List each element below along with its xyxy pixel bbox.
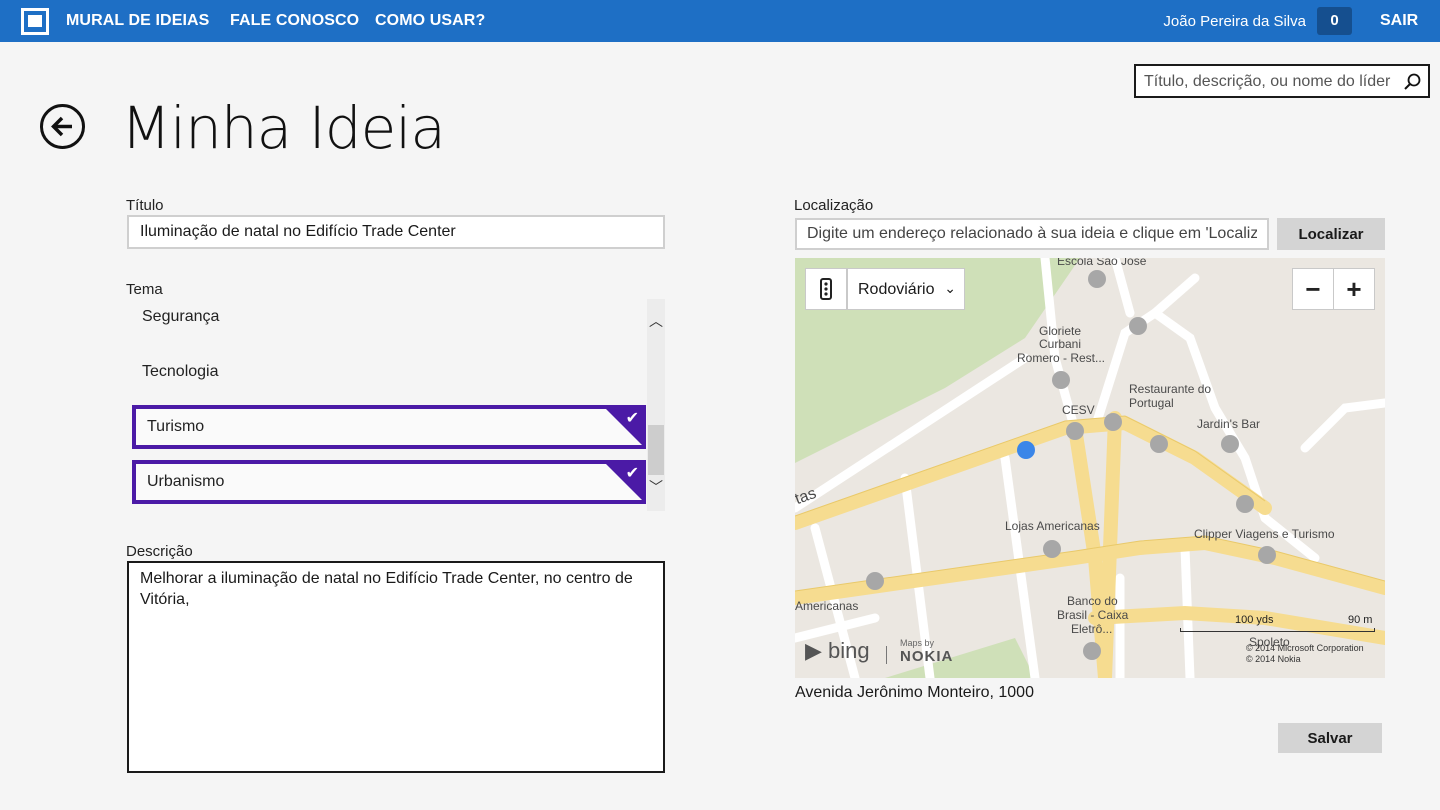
descricao-label: Descrição <box>126 543 193 560</box>
tema-label: Tema <box>126 281 163 298</box>
scale-m-label: 90 m <box>1348 614 1373 626</box>
tema-item-label: Segurança <box>142 308 220 325</box>
scroll-thumb[interactable] <box>648 425 664 475</box>
address-text: Avenida Jerônimo Monteiro, 1000 <box>795 684 1034 701</box>
tema-list: Segurança Tecnologia Turismo ✔ Urbanismo… <box>127 299 665 511</box>
traffic-button[interactable] <box>805 268 847 310</box>
chevron-down-icon: ⌄ <box>944 280 956 296</box>
page-title: Minha Ideia <box>121 94 446 162</box>
nav-link-como-usar[interactable]: COMO USAR? <box>375 12 485 30</box>
checkmark-icon: ✔ <box>625 465 639 482</box>
maps-by-label: Maps by <box>900 638 935 648</box>
tema-item-turismo[interactable]: Turismo ✔ <box>132 405 646 449</box>
nav-link-mural[interactable]: MURAL DE IDEIAS <box>66 12 209 30</box>
scale-bar <box>1180 628 1375 632</box>
nokia-logo: NOKIA <box>900 648 954 665</box>
app-logo-icon[interactable] <box>21 8 49 35</box>
traffic-light-icon <box>820 278 832 300</box>
scale-yds-label: 100 yds <box>1235 614 1274 626</box>
nav-link-fale-conosco[interactable]: FALE CONOSCO <box>230 12 359 30</box>
salvar-button[interactable]: Salvar <box>1278 723 1382 753</box>
map-label-americanas: Americanas <box>795 599 859 613</box>
tema-item-label: Turismo <box>147 418 205 435</box>
tema-item-label: Urbanismo <box>147 473 225 490</box>
scroll-down-icon[interactable]: ﹀ <box>647 477 665 497</box>
search-box <box>1134 64 1430 98</box>
map-label-escola: Escola São José <box>1057 258 1147 268</box>
logout-button[interactable]: SAIR <box>1380 12 1418 30</box>
user-name: João Pereira da Silva <box>1163 13 1306 30</box>
tema-item-urbanismo[interactable]: Urbanismo ✔ <box>132 460 646 504</box>
tema-item-seguranca[interactable]: Segurança <box>127 299 641 339</box>
map-label-banco3: Eletrô... <box>1071 622 1113 636</box>
zoom-out-button[interactable]: − <box>1292 268 1334 310</box>
tema-item-label: Tecnologia <box>142 363 219 380</box>
localizar-button[interactable]: Localizar <box>1277 218 1385 250</box>
map-label-romero: Romero - Rest... <box>1017 351 1106 365</box>
tema-item-tecnologia[interactable]: Tecnologia <box>127 350 641 394</box>
bing-text: bing <box>828 638 870 663</box>
localizacao-input[interactable] <box>795 218 1269 250</box>
map-label-jardins: Jardin's Bar <box>1197 417 1260 431</box>
map-copyright: © 2014 Microsoft Corporation © 2014 Noki… <box>1246 643 1364 665</box>
map-label-curbani: Curbani <box>1039 337 1082 351</box>
scroll-up-icon[interactable]: ︿ <box>647 311 665 331</box>
search-input[interactable] <box>1144 72 1398 92</box>
map-label-restaurante: Restaurante do <box>1129 382 1212 396</box>
top-nav-bar: MURAL DE IDEIAS FALE CONOSCO COMO USAR? … <box>0 0 1440 42</box>
map-label-cesv: CESV <box>1062 403 1095 417</box>
zoom-in-button[interactable]: + <box>1333 268 1375 310</box>
titulo-input[interactable] <box>127 215 665 249</box>
search-icon[interactable] <box>1402 72 1422 92</box>
descricao-textarea[interactable] <box>127 561 665 773</box>
titulo-label: Título <box>126 197 164 214</box>
copyright-line-1: © 2014 Microsoft Corporation <box>1246 643 1364 653</box>
map-style-label: Rodoviário <box>858 281 935 298</box>
map-label-portugal: Portugal <box>1129 396 1174 410</box>
map-style-dropdown[interactable]: Rodoviário ⌄ <box>847 268 965 310</box>
back-button[interactable] <box>40 104 85 149</box>
map-label-banco1: Banco do <box>1067 594 1118 608</box>
localizacao-label: Localização <box>794 197 874 214</box>
map-label-lojas: Lojas Americanas <box>1005 519 1100 533</box>
bing-logo: ▶ bing <box>805 638 870 663</box>
checkmark-icon: ✔ <box>625 410 639 427</box>
back-arrow-icon <box>51 116 72 137</box>
map-label-clipper: Clipper Viagens e Turismo <box>1194 527 1335 541</box>
brand-divider <box>886 646 887 664</box>
map-label-banco2: Brasil - Caixa <box>1057 608 1129 622</box>
map-view[interactable]: Escola São José Gloriete Curbani Romero … <box>795 258 1385 678</box>
notification-badge[interactable]: 0 <box>1317 7 1352 35</box>
tema-scrollbar[interactable]: ︿ ﹀ <box>647 299 665 511</box>
copyright-line-2: © 2014 Nokia <box>1246 654 1301 664</box>
